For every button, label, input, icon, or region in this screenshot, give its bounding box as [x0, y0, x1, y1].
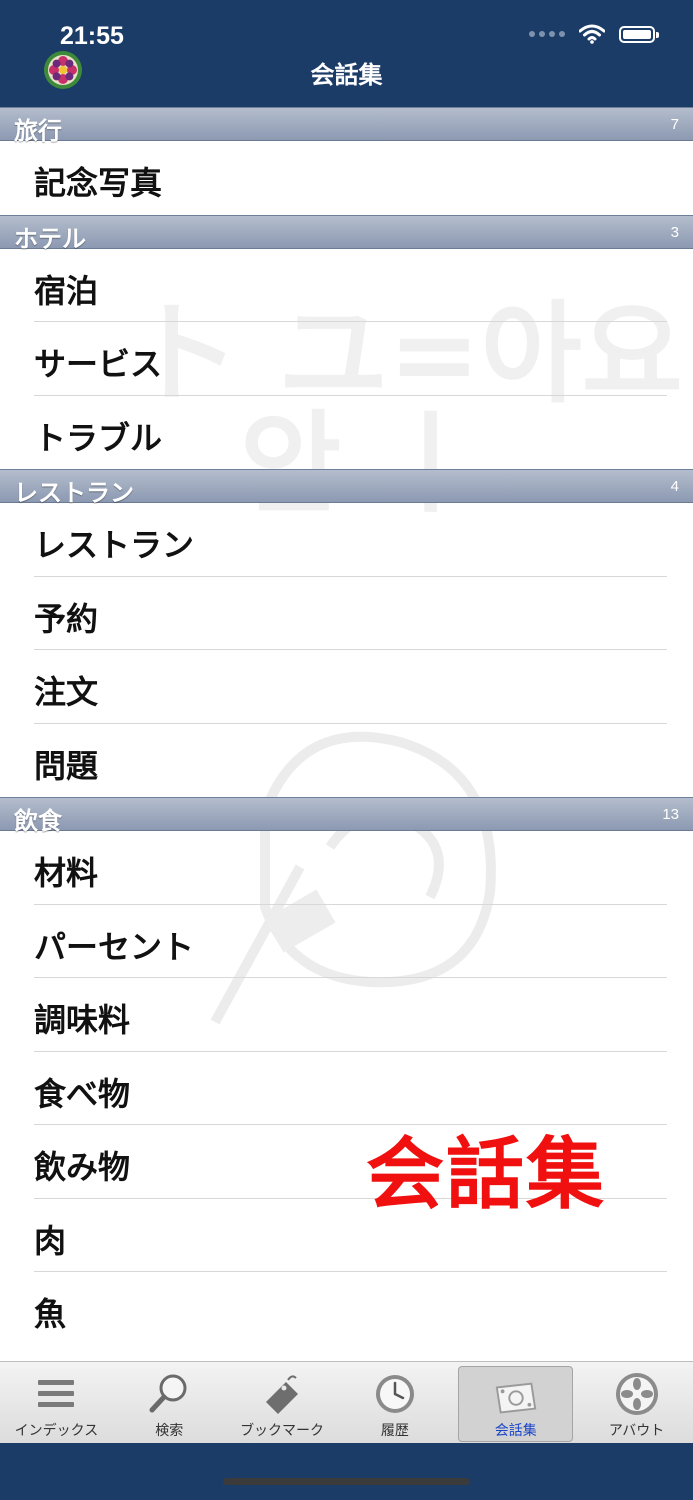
tab-label: アバウト	[608, 1422, 665, 1438]
battery-icon	[619, 25, 659, 43]
list-item-label: 予約	[34, 599, 99, 638]
section-header: レストラン 4	[0, 469, 693, 507]
cellular-signal-icon	[529, 31, 565, 37]
list-item-label: 調味料	[34, 1001, 131, 1039]
list-item-label: 飲み物	[34, 1148, 131, 1186]
home-indicator[interactable]	[223, 1478, 470, 1485]
list-item-label: 材料	[34, 854, 99, 892]
status-indicators	[529, 24, 659, 44]
about-icon	[614, 1371, 660, 1417]
list-item[interactable]: 注文	[0, 650, 693, 724]
tab-label: 履歴	[380, 1422, 409, 1438]
list-item-label: 肉	[34, 1221, 67, 1260]
list-item-label: トラブル	[34, 418, 163, 457]
list-item-label: サービス	[34, 345, 163, 383]
phrase-category-list[interactable]: ト ユ=아요 안 ㅣ 旅行 7 記念写真 ホテル 3 宿泊 サービス トラブル レストラン 4 レス…	[0, 107, 693, 1361]
list-item[interactable]: 魚	[0, 1272, 693, 1346]
list-item[interactable]: 調味料	[0, 978, 693, 1052]
list-item[interactable]: サービス	[0, 322, 693, 396]
tab-bar: インデックス 検索 ブックマーク 履歴 会話集 アバウト	[0, 1361, 693, 1444]
tab-history[interactable]: 履歴	[338, 1362, 451, 1444]
navigation-bar: 21:55 会話集	[0, 0, 693, 107]
list-item[interactable]: 材料	[0, 831, 693, 905]
section-count: 4	[670, 478, 679, 495]
overlay-caption: 会話集	[366, 1130, 607, 1220]
bookmark-tag-icon	[259, 1371, 305, 1417]
wifi-icon	[579, 24, 605, 44]
list-item-label: 注文	[34, 673, 99, 711]
clock-icon	[372, 1371, 418, 1417]
tab-bookmark[interactable]: ブックマーク	[226, 1362, 339, 1444]
tab-label: インデックス	[14, 1422, 99, 1438]
list-item[interactable]: 予約	[0, 577, 693, 650]
list-item-label: 食べ物	[34, 1074, 131, 1113]
page-title: 会話集	[310, 62, 383, 89]
tab-about[interactable]: アバウト	[580, 1362, 693, 1444]
list-item-label: 記念写真	[34, 164, 163, 202]
section-header: 旅行 7	[0, 107, 693, 145]
list-item-label: レストラン	[34, 526, 195, 564]
tab-label: ブックマーク	[240, 1422, 325, 1438]
tab-search[interactable]: 検索	[113, 1362, 226, 1444]
section-header: ホテル 3	[0, 214, 693, 253]
list-item[interactable]: レストラン	[0, 503, 693, 577]
list-item-label: 宿泊	[34, 271, 99, 310]
tab-label: 会話集	[494, 1422, 537, 1438]
list-item[interactable]: 宿泊	[0, 249, 693, 322]
tab-label: 検索	[155, 1422, 184, 1438]
list-item[interactable]: パーセント	[0, 905, 693, 978]
section-count: 7	[670, 116, 679, 133]
list-item[interactable]: トラブル	[0, 396, 693, 470]
magnifier-icon	[146, 1371, 192, 1417]
list-item-label: 問題	[34, 746, 99, 785]
tab-conversation[interactable]: 会話集	[458, 1366, 574, 1442]
section-count: 13	[662, 806, 679, 823]
tab-index[interactable]: インデックス	[0, 1362, 113, 1444]
section-header: 飲食 13	[0, 797, 693, 835]
list-item[interactable]: 記念写真	[0, 141, 693, 215]
list-item[interactable]: 問題	[0, 724, 693, 798]
status-time: 21:55	[60, 22, 124, 50]
home-indicator-area	[0, 1443, 693, 1500]
conversation-icon	[493, 1376, 539, 1422]
list-item-label: 魚	[34, 1295, 67, 1333]
section-count: 3	[670, 223, 679, 241]
list-item-label: パーセント	[34, 927, 195, 966]
list-icon	[33, 1371, 79, 1417]
